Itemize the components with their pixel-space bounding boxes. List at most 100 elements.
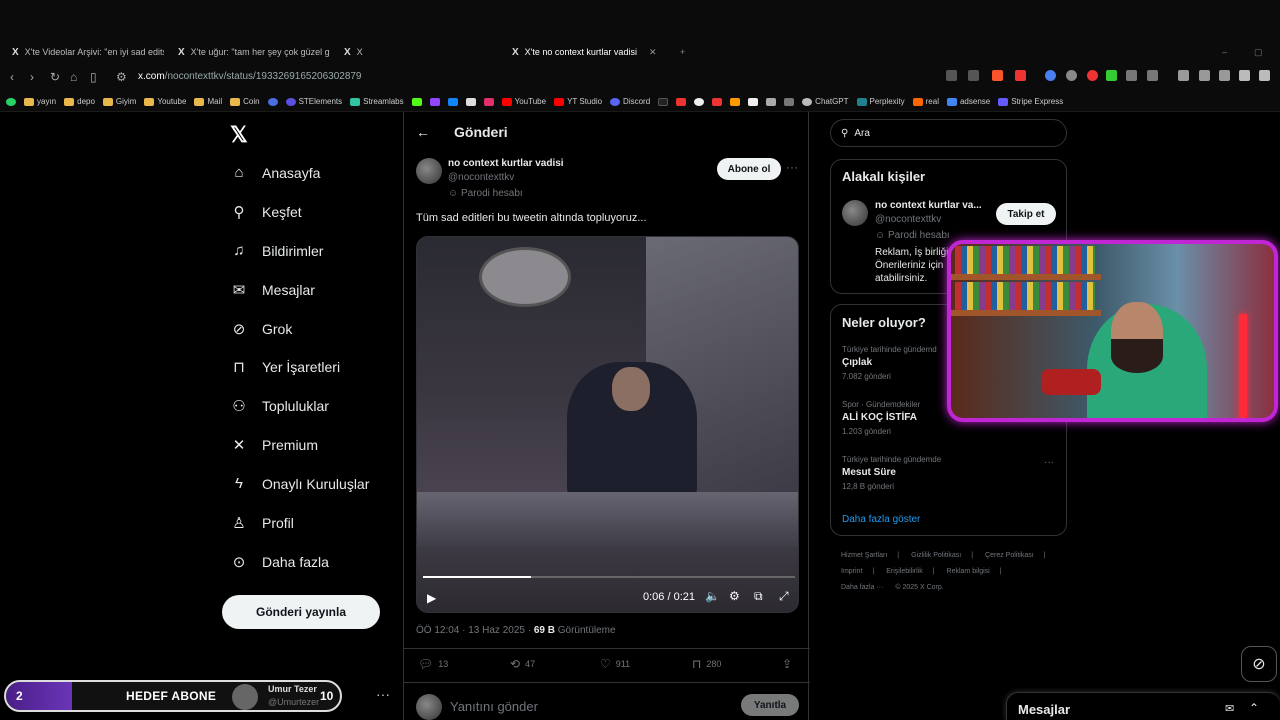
bookmark-item[interactable] xyxy=(784,97,795,106)
trend-item[interactable]: Türkiye tarihinde gündemd Çıplak 7.082 g… xyxy=(842,345,937,381)
bookmark-item[interactable] xyxy=(748,97,759,106)
reply-input[interactable]: Yanıtını gönder xyxy=(450,699,538,714)
nav-grok[interactable]: ⊘ Grok xyxy=(230,320,293,338)
pip-icon[interactable]: ⧉ xyxy=(754,589,763,604)
extension-icon[interactable] xyxy=(1045,70,1056,81)
author-name[interactable]: no context kurtlar vadisi xyxy=(448,158,564,169)
url-field[interactable]: x.com/nocontexttkv/status/19332691652063… xyxy=(138,71,362,82)
forward-arrow-icon[interactable]: › xyxy=(30,70,34,84)
nav-more[interactable]: ⊙ Daha fazla xyxy=(230,553,329,571)
close-tab-icon[interactable]: ✕ xyxy=(649,47,657,58)
browser-tab[interactable]: XX xyxy=(336,40,376,64)
extension-icon[interactable] xyxy=(1106,70,1117,81)
related-avatar[interactable] xyxy=(842,200,868,226)
bookmark-page-icon[interactable]: ▯ xyxy=(90,70,97,84)
bookmark-item[interactable] xyxy=(447,97,458,106)
nav-communities[interactable]: ⚇ Topluluklar xyxy=(230,397,329,415)
extension-icon[interactable] xyxy=(1147,70,1158,81)
author-avatar[interactable] xyxy=(416,158,442,184)
sidebar-icon[interactable] xyxy=(1199,70,1210,81)
bookmark-item[interactable]: ChatGPT xyxy=(802,97,849,106)
volume-icon[interactable]: 🔈 xyxy=(705,589,720,603)
post-button[interactable]: Gönderi yayınla xyxy=(222,595,380,629)
brave-shield-icon[interactable] xyxy=(992,70,1003,81)
bookmark-action[interactable]: ⊓ 280 xyxy=(692,657,721,671)
bookmark-item[interactable]: Stripe Express xyxy=(998,97,1063,106)
bookmark-item[interactable] xyxy=(267,97,278,106)
rewards-icon[interactable] xyxy=(1015,70,1026,81)
related-handle[interactable]: @nocontexttkv xyxy=(875,214,941,225)
bookmark-folder[interactable]: Giyim xyxy=(102,97,136,106)
follow-button[interactable]: Takip et xyxy=(996,203,1056,225)
bookmark-item[interactable]: real xyxy=(912,97,939,106)
bookmark-folder[interactable]: yayın xyxy=(24,97,56,106)
footer-link[interactable]: Çerez Politikası xyxy=(985,552,1034,559)
bookmark-item[interactable]: YT Studio xyxy=(554,97,602,106)
browser-tab[interactable]: X X'te uğur: "tam her şey çok güzel gidi xyxy=(170,40,330,64)
reply-button[interactable]: Yanıtla xyxy=(741,694,799,716)
extension-icon[interactable] xyxy=(946,70,957,81)
back-arrow-icon[interactable]: ‹ xyxy=(10,70,14,84)
wallet-icon[interactable] xyxy=(1219,70,1230,81)
bookmark-item[interactable] xyxy=(712,97,723,106)
repost-action[interactable]: ⟲ 47 xyxy=(510,657,535,671)
footer-link[interactable]: Gizlilik Politikası xyxy=(911,552,961,559)
bookmark-item[interactable]: Discord xyxy=(610,97,650,106)
related-name[interactable]: no context kurtlar va... xyxy=(875,200,982,211)
tweet-date[interactable]: 13 Haz 2025 xyxy=(468,625,525,636)
subscribe-button[interactable]: Abone ol xyxy=(717,158,781,180)
nav-explore[interactable]: ⚲ Keşfet xyxy=(230,203,302,221)
search-input[interactable]: ⚲ Ara xyxy=(830,119,1067,147)
site-settings-icon[interactable]: ⚙ xyxy=(116,70,127,84)
nav-profile[interactable]: ♙ Profil xyxy=(230,514,294,532)
home-browser-icon[interactable]: ⌂ xyxy=(70,70,77,84)
bookmark-folder[interactable]: depo xyxy=(64,97,95,106)
x-logo-icon[interactable]: 𝕏 xyxy=(230,122,248,148)
extension-icon[interactable] xyxy=(1087,70,1098,81)
vpn-icon[interactable] xyxy=(1259,70,1270,81)
bookmark-item[interactable]: Streamlabs xyxy=(350,97,404,106)
bookmark-item[interactable] xyxy=(676,97,687,106)
nav-home[interactable]: ⌂ Anasayfa xyxy=(230,164,320,181)
footer-link[interactable]: Erişilebilirlik xyxy=(886,568,923,575)
music-icon[interactable] xyxy=(1178,70,1189,81)
browser-tab[interactable]: X X'te Videolar Arşivi: "en iyi sad edits xyxy=(4,40,164,64)
bookmark-item[interactable] xyxy=(465,97,476,106)
trend-more-icon[interactable]: ··· xyxy=(1044,457,1054,468)
nav-messages[interactable]: ✉ Mesajlar xyxy=(230,281,315,299)
reload-icon[interactable]: ↻ xyxy=(50,70,60,84)
nav-notifications[interactable]: ♫ Bildirimler xyxy=(230,242,323,259)
bookmark-item[interactable] xyxy=(730,97,741,106)
footer-link[interactable]: Reklam bilgisi xyxy=(947,568,990,575)
share-action[interactable]: ⇪ xyxy=(782,657,792,671)
nav-bookmarks[interactable]: ⊓ Yer İşaretleri xyxy=(230,358,340,376)
bookmark-item[interactable]: STElements xyxy=(285,97,342,106)
extension-icon[interactable] xyxy=(1066,70,1077,81)
tweet-time[interactable]: ÖÖ 12:04 xyxy=(416,625,459,636)
video-player[interactable]: ▶ 0:06 / 0:21 🔈 ⚙ ⧉ ⤢ xyxy=(416,236,799,613)
bookmark-item[interactable] xyxy=(411,97,422,106)
new-message-icon[interactable]: ✉ xyxy=(1225,702,1234,715)
new-tab-button[interactable]: + xyxy=(672,40,692,64)
puzzle-icon[interactable] xyxy=(1126,70,1137,81)
bookmark-item[interactable] xyxy=(766,97,777,106)
fullscreen-icon[interactable]: ⤢ xyxy=(779,589,789,604)
bookmark-item[interactable] xyxy=(658,97,669,106)
bookmark-folder[interactable]: Youtube xyxy=(144,97,186,106)
more-options-icon[interactable]: ··· xyxy=(786,160,798,174)
bookmark-item[interactable] xyxy=(429,97,440,106)
share-icon[interactable] xyxy=(968,70,979,81)
account-more-icon[interactable]: ··· xyxy=(376,686,390,702)
trend-item[interactable]: Türkiye tarihinde gündemde Mesut Süre 12… xyxy=(842,455,941,491)
nav-verified-orgs[interactable]: ϟ Onaylı Kuruluşlar xyxy=(230,475,369,492)
bookmark-item[interactable]: YouTube xyxy=(501,97,546,106)
bookmark-item[interactable]: Perplexity xyxy=(856,97,905,106)
bookmark-item[interactable]: adsense xyxy=(946,97,990,106)
video-progress-bar[interactable] xyxy=(423,576,795,578)
reply-action[interactable]: 💬︎ 13 xyxy=(418,657,448,671)
nav-premium[interactable]: ✕ Premium xyxy=(230,436,318,454)
settings-icon[interactable]: ⚙ xyxy=(729,589,740,603)
maximize-icon[interactable]: ▢ xyxy=(1246,40,1266,64)
bookmark-item[interactable] xyxy=(694,97,705,106)
bookmark-item[interactable] xyxy=(6,97,16,106)
